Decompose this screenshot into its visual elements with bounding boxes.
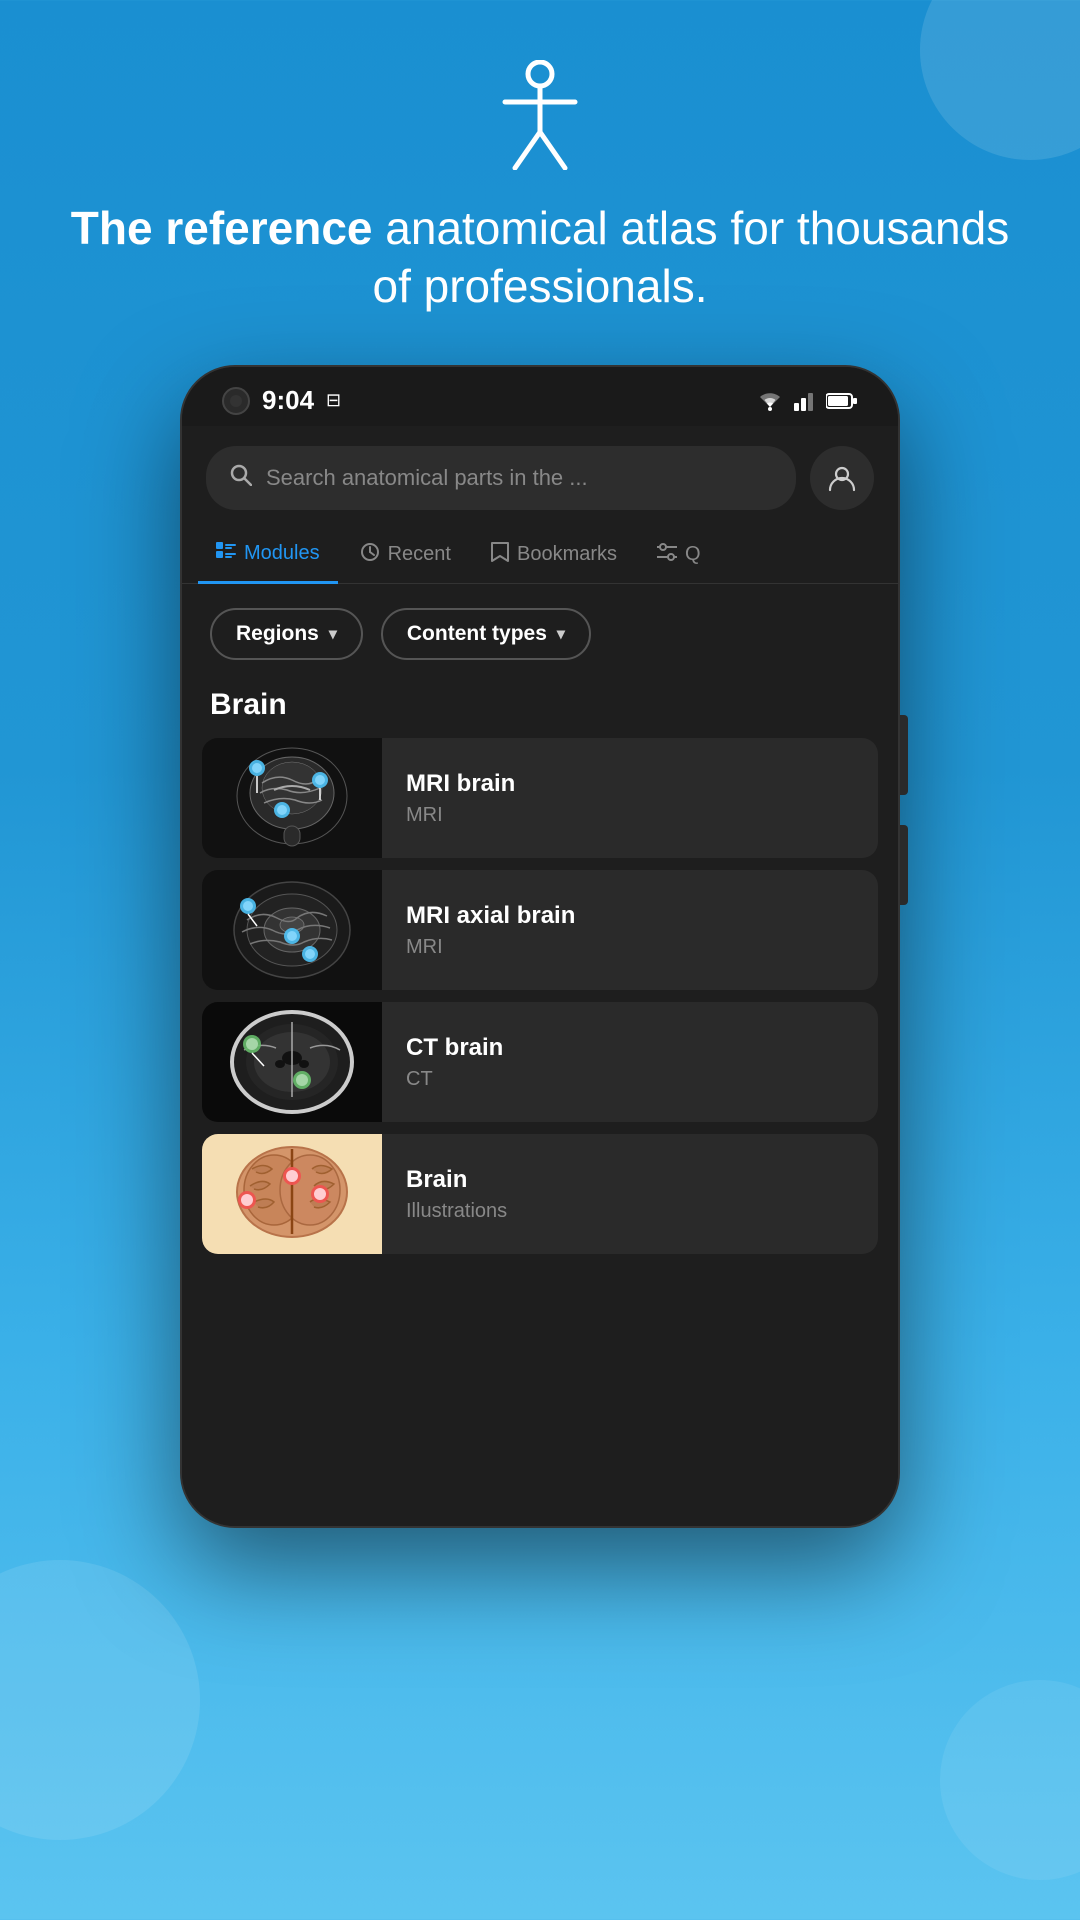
status-bar-right [756, 391, 858, 411]
module-info-mri-axial-brain: MRI axial brain MRI [382, 882, 878, 979]
status-bar-left: 9:04 ⊟ [222, 385, 341, 416]
content-types-filter-button[interactable]: Content types ▾ [381, 608, 591, 660]
module-subtitle-mri-axial-brain: MRI [406, 936, 854, 959]
search-placeholder-text: Search anatomical parts in the ... [266, 465, 588, 491]
search-icon [230, 464, 252, 492]
phone-mockup: 9:04 ⊟ [180, 365, 900, 1528]
tab-filter-search[interactable]: Q [639, 527, 719, 582]
regions-filter-button[interactable]: Regions ▾ [210, 608, 363, 660]
module-subtitle-brain-illustration: Illustrations [406, 1200, 854, 1223]
module-title-mri-brain: MRI brain [406, 770, 854, 798]
tab-recent[interactable]: Recent [342, 526, 469, 583]
status-bar: 9:04 ⊟ [182, 367, 898, 426]
module-card-mri-axial-brain[interactable]: MRI axial brain MRI [202, 870, 878, 990]
carrier-icon: ⊟ [326, 390, 341, 411]
battery-icon [826, 392, 858, 410]
bg-decoration-bottom-left [0, 1560, 200, 1840]
module-thumb-mri-axial-brain [202, 870, 382, 990]
module-subtitle-ct-brain: CT [406, 1068, 854, 1091]
bg-decoration-bottom-right [940, 1680, 1080, 1880]
status-time: 9:04 [262, 385, 314, 416]
module-card-brain-illustration[interactable]: Brain Illustrations [202, 1134, 878, 1254]
module-title-mri-axial-brain: MRI axial brain [406, 902, 854, 930]
module-thumb-ct-brain [202, 1002, 382, 1122]
front-camera [222, 387, 250, 415]
side-button-volume-up [900, 715, 908, 795]
bookmarks-icon [491, 542, 509, 567]
tab-filter-label: Q [685, 543, 701, 566]
phone-frame: 9:04 ⊟ [180, 365, 900, 1528]
module-list: MRI brain MRI [182, 738, 898, 1254]
module-info-ct-brain: CT brain CT [382, 1014, 878, 1111]
search-area[interactable]: Search anatomical parts in the ... [182, 426, 898, 526]
regions-label: Regions [236, 622, 319, 646]
tagline-bold: The reference [71, 202, 373, 254]
tab-bookmarks[interactable]: Bookmarks [473, 526, 635, 583]
tab-modules[interactable]: Modules [198, 526, 338, 584]
tab-bookmarks-label: Bookmarks [517, 543, 617, 566]
tab-bar: Modules Recent [182, 526, 898, 584]
module-info-brain-illustration: Brain Illustrations [382, 1146, 878, 1243]
search-bar[interactable]: Search anatomical parts in the ... [206, 446, 796, 510]
module-title-brain-illustration: Brain [406, 1166, 854, 1194]
tagline-rest: anatomical atlas for thousands of profes… [373, 202, 1010, 312]
human-figure-icon [495, 60, 585, 170]
module-info-mri-brain: MRI brain MRI [382, 750, 878, 847]
module-title-ct-brain: CT brain [406, 1034, 854, 1062]
content-types-chevron-icon: ▾ [557, 624, 565, 644]
content-types-label: Content types [407, 622, 547, 646]
recent-icon [360, 542, 380, 567]
module-card-mri-brain[interactable]: MRI brain MRI [202, 738, 878, 858]
module-subtitle-mri-brain: MRI [406, 804, 854, 827]
tab-modules-label: Modules [244, 542, 320, 565]
regions-chevron-icon: ▾ [329, 624, 337, 644]
wifi-icon [756, 391, 784, 411]
modules-icon [216, 542, 236, 565]
header-section: The reference anatomical atlas for thous… [0, 0, 1080, 365]
module-card-ct-brain[interactable]: CT brain CT [202, 1002, 878, 1122]
signal-icon [794, 391, 816, 411]
tagline: The reference anatomical atlas for thous… [0, 200, 1080, 315]
tab-recent-label: Recent [388, 543, 451, 566]
app-content: Search anatomical parts in the ... [182, 426, 898, 1526]
filter-icon [657, 543, 677, 566]
module-thumb-brain-illustration [202, 1134, 382, 1254]
filter-area: Regions ▾ Content types ▾ [182, 584, 898, 680]
camera-lens [230, 395, 242, 407]
side-button-volume-down [900, 825, 908, 905]
section-brain-heading: Brain [182, 680, 898, 738]
module-thumb-mri-brain [202, 738, 382, 858]
avatar-button[interactable] [810, 446, 874, 510]
